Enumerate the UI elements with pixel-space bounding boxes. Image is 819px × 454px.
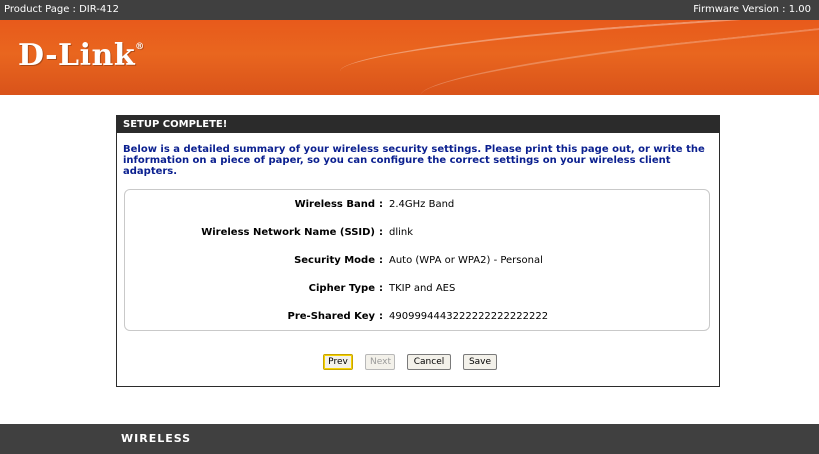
wizard-buttons: Prev Next Cancel Save [117, 354, 719, 374]
row-label: Wireless Band [294, 199, 375, 210]
save-button[interactable]: Save [463, 354, 497, 370]
row-label: Cipher Type [308, 283, 375, 294]
brand-banner: D-Link® [0, 20, 819, 95]
summary-row-wireless-band: Wireless Band : 2.4GHz Band [125, 199, 709, 213]
settings-summary-box: Wireless Band : 2.4GHz Band Wireless Net… [124, 189, 710, 331]
row-value: TKIP and AES [389, 283, 456, 294]
product-page-label: Product Page : DIR-412 [4, 4, 119, 15]
top-status-bar: Product Page : DIR-412 Firmware Version … [0, 0, 819, 20]
row-value: Auto (WPA or WPA2) - Personal [389, 255, 543, 266]
summary-row-cipher-type: Cipher Type : TKIP and AES [125, 283, 709, 297]
row-colon: : [379, 199, 383, 210]
footer-strip [0, 424, 116, 454]
summary-row-ssid: Wireless Network Name (SSID) : dlink [125, 227, 709, 241]
dlink-logo: D-Link® [18, 38, 145, 73]
row-colon: : [379, 255, 383, 266]
row-colon: : [379, 283, 383, 294]
logo-registered-mark: ® [135, 42, 145, 52]
logo-text: D-Link [18, 38, 136, 73]
summary-row-pre-shared-key: Pre-Shared Key : 49099944432222222222222… [125, 311, 709, 325]
cancel-button[interactable]: Cancel [407, 354, 451, 370]
row-value: 4909994443222222222222222 [389, 311, 549, 322]
panel-title: SETUP COMPLETE! [117, 116, 719, 133]
summary-row-security-mode: Security Mode : Auto (WPA or WPA2) - Per… [125, 255, 709, 269]
prev-button[interactable]: Prev [323, 354, 353, 370]
row-value: dlink [389, 227, 414, 238]
setup-complete-panel: SETUP COMPLETE! Below is a detailed summ… [116, 115, 720, 387]
row-colon: : [379, 227, 383, 238]
row-label: Pre-Shared Key [287, 311, 376, 322]
firmware-version-label: Firmware Version : 1.00 [693, 4, 811, 15]
row-colon: : [379, 311, 383, 322]
next-button[interactable]: Next [365, 354, 395, 370]
footer-bar: WIRELESS [116, 424, 819, 454]
row-label: Wireless Network Name (SSID) [201, 227, 375, 238]
row-label: Security Mode [294, 255, 375, 266]
intro-text: Below is a detailed summary of your wire… [123, 144, 705, 177]
row-value: 2.4GHz Band [389, 199, 455, 210]
